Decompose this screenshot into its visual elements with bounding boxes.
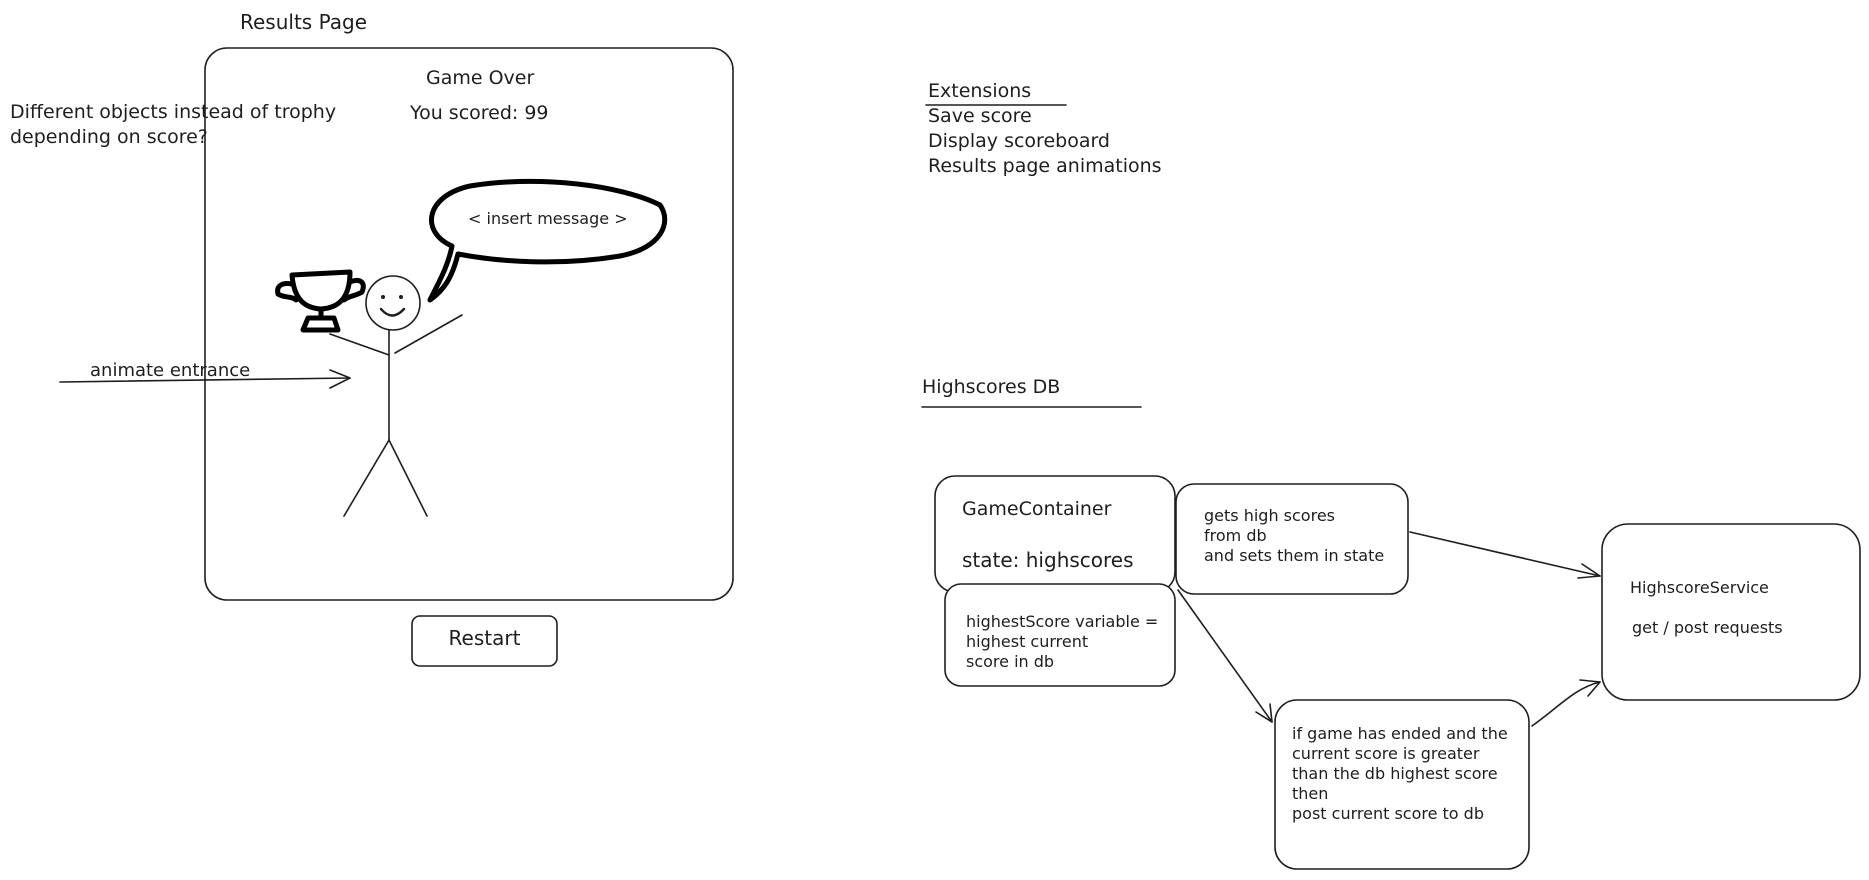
stick-figure-eye — [381, 295, 385, 299]
condition-line: post current score to db — [1292, 804, 1484, 823]
condition-line: then — [1292, 784, 1329, 803]
condition-line: current score is greater — [1292, 744, 1480, 763]
restart-button[interactable]: Restart — [412, 626, 557, 650]
animate-entrance-label: animate entrance — [90, 360, 251, 381]
extension-item: Results page animations — [928, 155, 1162, 177]
stick-figure-head — [365, 275, 421, 331]
gets-line: from db — [1204, 526, 1267, 545]
game-container-box — [934, 475, 1176, 593]
highest-score-line: highestScore variable = — [966, 612, 1159, 631]
highscore-service-desc: get / post requests — [1632, 618, 1783, 637]
note-objects-line-1: Different objects instead of trophy — [10, 101, 337, 123]
db-heading: Highscores DB — [922, 376, 1061, 398]
stick-figure-eye — [399, 295, 403, 299]
arrow-gets-to-service — [1409, 531, 1601, 579]
game-container-title: GameContainer — [962, 498, 1112, 520]
arrow-container-to-condition — [1177, 589, 1273, 723]
game-container-state: state: highscores — [962, 548, 1134, 572]
condition-line: if game has ended and the — [1292, 724, 1508, 743]
highscore-service-title: HighscoreService — [1630, 578, 1769, 597]
gets-line: gets high scores — [1204, 506, 1335, 525]
results-page-title: Results Page — [240, 10, 367, 34]
score-text: You scored: 99 — [410, 102, 549, 124]
highest-score-line: score in db — [966, 652, 1055, 671]
note-objects-line-2: depending on score? — [10, 126, 208, 148]
extensions-heading: Extensions — [928, 80, 1032, 102]
extension-item: Save score — [928, 105, 1032, 127]
extension-item: Display scoreboard — [928, 130, 1110, 152]
arrow-condition-to-service — [1531, 679, 1601, 727]
gets-line: and sets them in state — [1204, 546, 1385, 565]
highscore-service-box — [1601, 523, 1861, 701]
speech-bubble-message: < insert message > — [468, 209, 628, 228]
highest-score-line: highest current — [966, 632, 1089, 651]
results-page-frame — [204, 47, 734, 601]
game-over-heading: Game Over — [426, 67, 535, 89]
condition-line: than the db highest score — [1292, 764, 1498, 783]
